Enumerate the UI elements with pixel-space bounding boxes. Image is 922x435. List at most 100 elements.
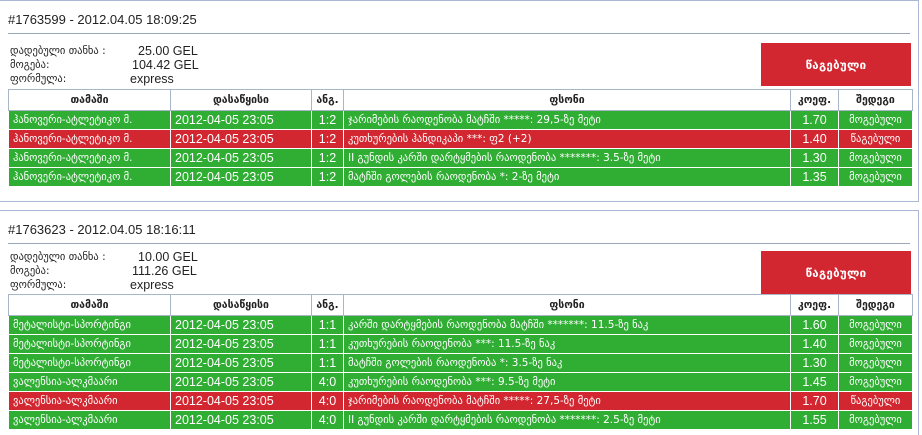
- cell-game: ვალენსია-ალკმაარი: [8, 391, 171, 411]
- cell-result: მოგებული: [838, 167, 913, 187]
- cell-odds: 1.70: [790, 110, 839, 130]
- divider: [8, 33, 910, 34]
- cell-odds: 1.60: [790, 315, 839, 335]
- table-row: მეტალისტი-სპორტინგი 2012-04-05 23:05 1:1 კა…: [8, 315, 913, 335]
- divider: [8, 243, 910, 244]
- table-row: ჰანოვერი-ატლეტიკო მ. 2012-04-05 23:05 1:2 ჯ…: [8, 110, 913, 130]
- cell-bet: ჯარიმების რაოდენობა მატჩში *****: 29,5-ზ…: [343, 110, 791, 130]
- cell-game: მეტალისტი-სპორტინგი: [8, 315, 171, 335]
- column-header-game: თამაში: [8, 294, 171, 316]
- column-header-odds: კოეფ.: [790, 89, 839, 111]
- cell-odds: 1.30: [790, 148, 839, 168]
- column-header-score: ანგ.: [311, 89, 344, 111]
- bet-ticket: #1763599 - 2012.04.05 18:09:25 დადებული …: [0, 0, 919, 202]
- cell-score: 1:2: [311, 110, 344, 130]
- table-header-row: თამაში დასაწყისი ანგ. ფსონი კოეფ. შედეგი: [8, 294, 913, 316]
- table-row: ჰანოვერი-ატლეტიკო მ. 2012-04-05 23:05 1:2 I…: [8, 148, 913, 168]
- cell-game: მეტალისტი-სპორტინგი: [8, 353, 171, 373]
- table-row: მეტალისტი-სპორტინგი 2012-04-05 23:05 1:1 კუ…: [8, 334, 913, 354]
- win-value: 104.42 GEL: [132, 58, 199, 72]
- cell-score: 1:2: [311, 148, 344, 168]
- cell-start-time: 2012-04-05 23:05: [170, 315, 312, 335]
- cell-game: ჰანოვერი-ატლეტიკო მ.: [8, 129, 171, 149]
- cell-odds: 1.55: [790, 410, 839, 430]
- cell-score: 1:1: [311, 334, 344, 354]
- cell-odds: 1.40: [790, 129, 839, 149]
- ticket-header: #1763599 - 2012.04.05 18:09:25: [8, 12, 197, 27]
- column-header-bet: ფსონი: [343, 294, 791, 316]
- table-row: ვალენსია-ალკმაარი 2012-04-05 23:05 4:0 II გ…: [8, 410, 913, 430]
- bets-table: თამაში დასაწყისი ანგ. ფსონი კოეფ. შედეგი…: [8, 89, 913, 187]
- cell-start-time: 2012-04-05 23:05: [170, 148, 312, 168]
- formula-label: ფორმულა:: [10, 73, 67, 85]
- cell-score: 4:0: [311, 410, 344, 430]
- cell-bet: მატჩში გოლების რაოდენობა *: 3.5-ზე ნაკ: [343, 353, 791, 373]
- cell-start-time: 2012-04-05 23:05: [170, 334, 312, 354]
- cell-odds: 1.45: [790, 372, 839, 392]
- cell-game: მეტალისტი-სპორტინგი: [8, 334, 171, 354]
- cell-bet: კუთხურების რაოდენობა ***: 9.5-ზე მეტი: [343, 372, 791, 392]
- cell-odds: 1.40: [790, 334, 839, 354]
- stake-label: დადებული თანხა :: [10, 251, 106, 263]
- table-row: ვალენსია-ალკმაარი 2012-04-05 23:05 4:0 კუთხ…: [8, 372, 913, 392]
- cell-score: 4:0: [311, 391, 344, 411]
- stake-value: 10.00 GEL: [138, 250, 198, 264]
- cell-odds: 1.35: [790, 167, 839, 187]
- cell-score: 1:1: [311, 353, 344, 373]
- cell-score: 1:1: [311, 315, 344, 335]
- cell-result: მოგებული: [838, 410, 913, 430]
- bet-ticket: #1763623 - 2012.04.05 18:16:11 დადებული …: [0, 210, 919, 435]
- cell-start-time: 2012-04-05 23:05: [170, 410, 312, 430]
- formula-label: ფორმულა:: [10, 279, 67, 291]
- column-header-start: დასაწყისი: [170, 294, 312, 316]
- cell-result: წაგებული: [838, 129, 913, 149]
- formula-value: express: [130, 72, 174, 86]
- cell-result: მოგებული: [838, 372, 913, 392]
- ticket-status-badge: წაგებული: [761, 251, 911, 294]
- stake-label: დადებული თანხა :: [10, 45, 106, 57]
- ticket-status-badge: წაგებული: [761, 43, 911, 86]
- cell-bet: II გუნდის კარში დარტყმების რაოდენობა ***…: [343, 148, 791, 168]
- cell-result: მოგებული: [838, 110, 913, 130]
- cell-bet: კუთხურების რაოდენობა ***: 11.5-ზე ნაკ: [343, 334, 791, 354]
- ticket-header: #1763623 - 2012.04.05 18:16:11: [8, 222, 196, 237]
- column-header-result: შედეგი: [838, 294, 913, 316]
- table-row: ჰანოვერი-ატლეტიკო მ. 2012-04-05 23:05 1:2 მ…: [8, 167, 913, 187]
- cell-score: 1:2: [311, 167, 344, 187]
- table-row: მეტალისტი-სპორტინგი 2012-04-05 23:05 1:1 მა…: [8, 353, 913, 373]
- win-label: მოგება:: [10, 59, 50, 71]
- cell-bet: ჯარიმების რაოდენობა მატჩში *****: 27,5-ზ…: [343, 391, 791, 411]
- cell-result: წაგებული: [838, 391, 913, 411]
- table-header-row: თამაში დასაწყისი ანგ. ფსონი კოეფ. შედეგი: [8, 89, 913, 111]
- cell-start-time: 2012-04-05 23:05: [170, 129, 312, 149]
- cell-bet: კუთხურების ჰანდიკაპი ***: ფ2 (+2): [343, 129, 791, 149]
- column-header-bet: ფსონი: [343, 89, 791, 111]
- cell-score: 4:0: [311, 372, 344, 392]
- bets-table: თამაში დასაწყისი ანგ. ფსონი კოეფ. შედეგი…: [8, 294, 913, 430]
- column-header-start: დასაწყისი: [170, 89, 312, 111]
- column-header-score: ანგ.: [311, 294, 344, 316]
- table-row: ჰანოვერი-ატლეტიკო მ. 2012-04-05 23:05 1:2 კ…: [8, 129, 913, 149]
- win-value: 111.26 GEL: [132, 264, 197, 278]
- cell-result: მოგებული: [838, 148, 913, 168]
- cell-odds: 1.30: [790, 353, 839, 373]
- cell-game: ჰანოვერი-ატლეტიკო მ.: [8, 110, 171, 130]
- cell-bet: II გუნდის კარში დარტყმების რაოდენობა ***…: [343, 410, 791, 430]
- cell-result: მოგებული: [838, 334, 913, 354]
- cell-game: ვალენსია-ალკმაარი: [8, 372, 171, 392]
- cell-odds: 1.70: [790, 391, 839, 411]
- cell-game: ჰანოვერი-ატლეტიკო მ.: [8, 167, 171, 187]
- cell-game: ვალენსია-ალკმაარი: [8, 410, 171, 430]
- cell-start-time: 2012-04-05 23:05: [170, 372, 312, 392]
- cell-result: მოგებული: [838, 315, 913, 335]
- stake-value: 25.00 GEL: [138, 44, 198, 58]
- cell-score: 1:2: [311, 129, 344, 149]
- cell-game: ჰანოვერი-ატლეტიკო მ.: [8, 148, 171, 168]
- cell-start-time: 2012-04-05 23:05: [170, 110, 312, 130]
- column-header-game: თამაში: [8, 89, 171, 111]
- cell-bet: მატჩში გოლების რაოდენობა *: 2-ზე მეტი: [343, 167, 791, 187]
- cell-start-time: 2012-04-05 23:05: [170, 353, 312, 373]
- table-row: ვალენსია-ალკმაარი 2012-04-05 23:05 4:0 ჯარი…: [8, 391, 913, 411]
- win-label: მოგება:: [10, 265, 50, 277]
- formula-value: express: [130, 278, 174, 292]
